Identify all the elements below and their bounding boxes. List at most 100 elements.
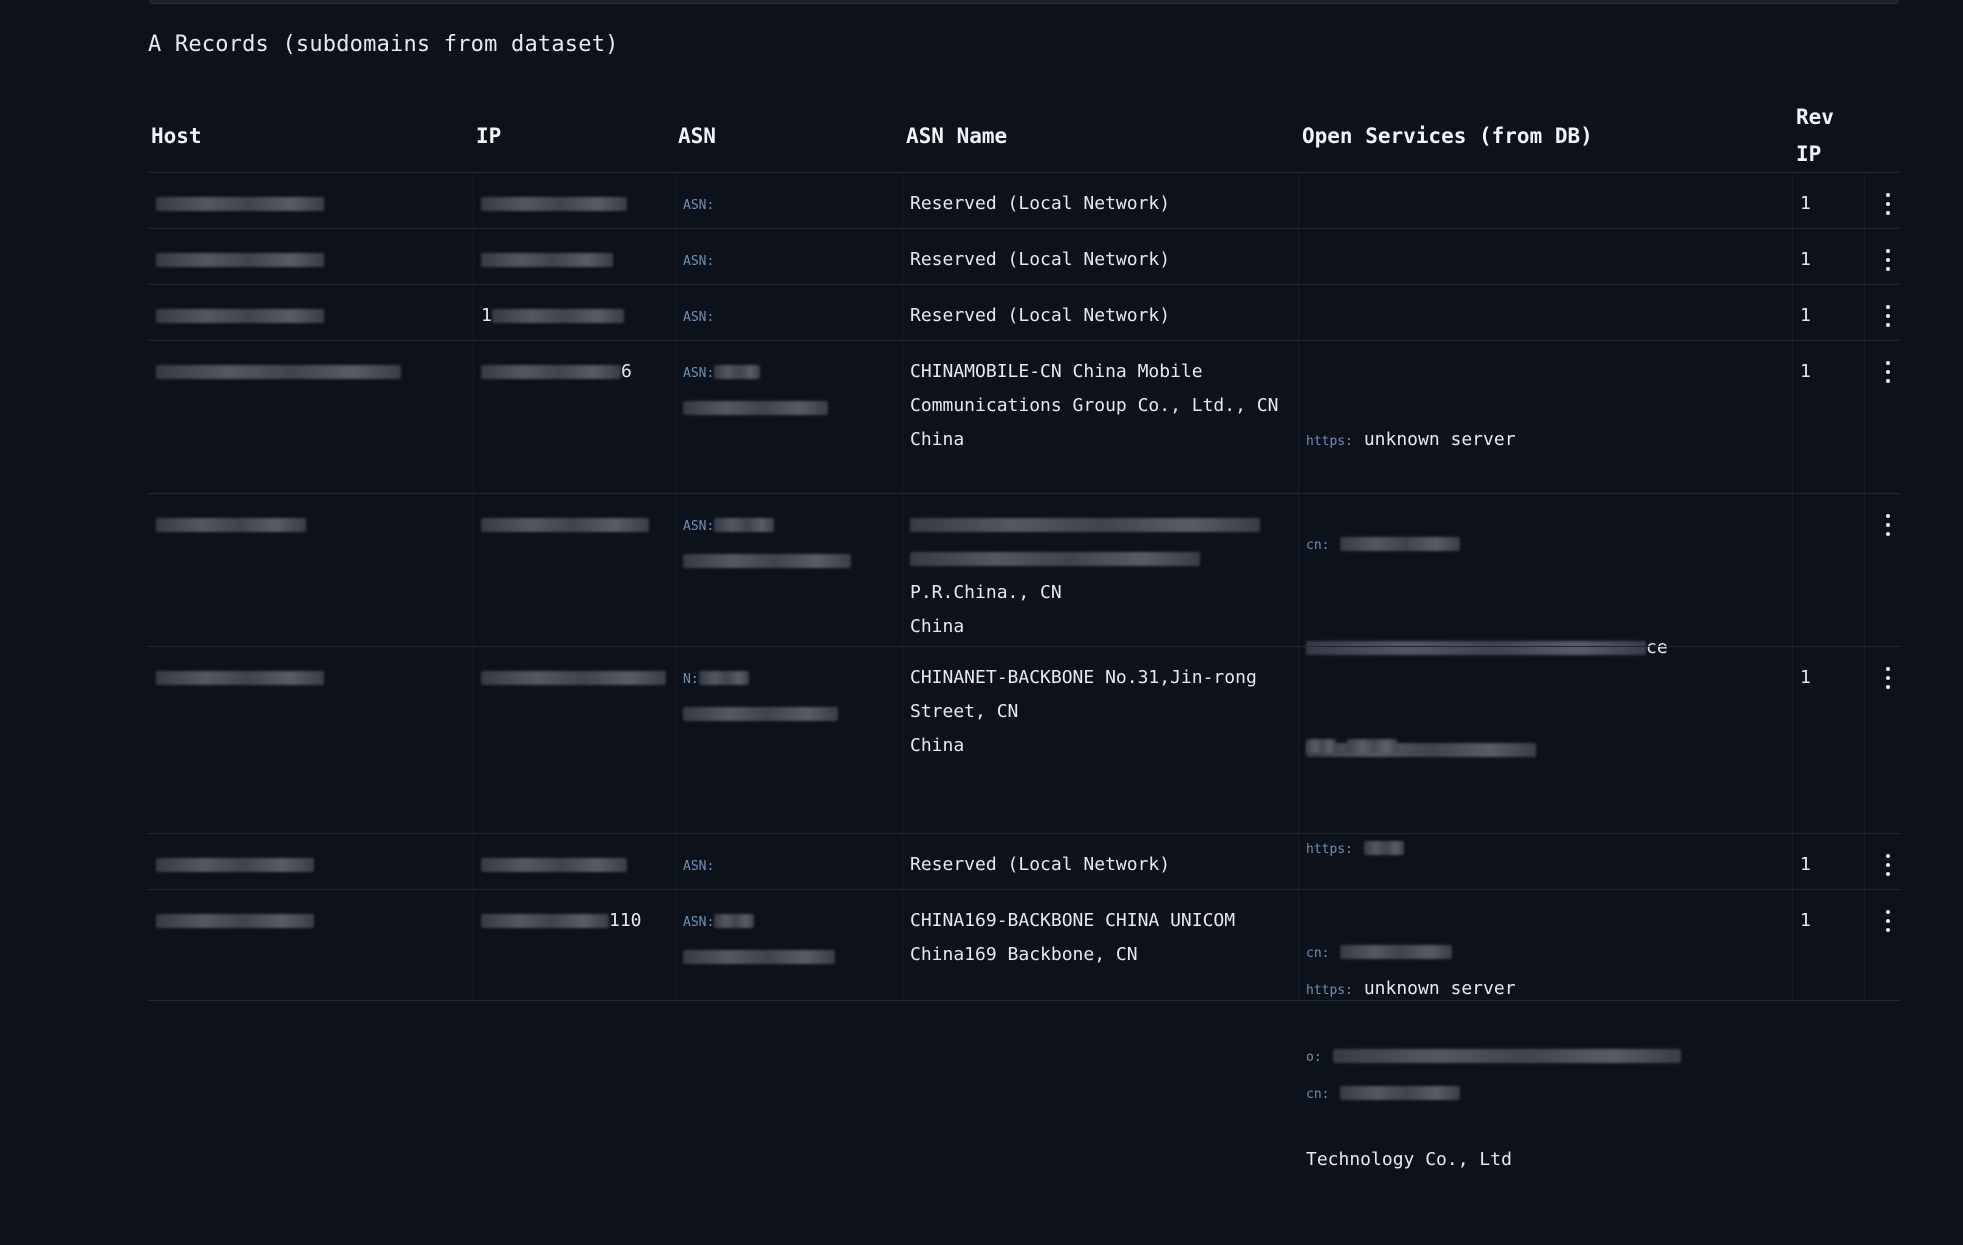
services-cell: [1298, 834, 1793, 889]
menu-cell: [1864, 341, 1900, 493]
asn-name-line: CHINANET-BACKBONE No.31,Jin-rong: [910, 667, 1257, 688]
redacted-asn-org: [683, 401, 828, 415]
vertical-ellipsis-icon[interactable]: [1884, 249, 1892, 273]
asn-label: ASN:: [683, 198, 715, 213]
table-row: ASN: P.R.China., CN China: [148, 494, 1900, 647]
services-cell: [1298, 173, 1793, 228]
asn-name-line: China: [910, 616, 965, 637]
asn-name-line: China169 Backbone, CN: [910, 944, 1138, 965]
ip-cell: 110: [473, 890, 676, 1000]
redacted-ip: [481, 518, 649, 532]
service-entry: cn:: [1306, 1076, 1516, 1112]
header-open-services[interactable]: Open Services (from DB): [1302, 100, 1593, 172]
redacted-asn-org: [683, 554, 851, 568]
revip-value[interactable]: 1: [1800, 904, 1811, 938]
redacted-ip: [481, 671, 666, 685]
asn-name: Reserved (Local Network): [910, 193, 1171, 214]
vertical-ellipsis-icon[interactable]: [1884, 854, 1892, 878]
asn-cell: ASN:: [675, 341, 903, 493]
ip-cell: [473, 229, 676, 284]
asn-name-cell: Reserved (Local Network): [902, 229, 1299, 284]
redacted-host: [156, 197, 324, 211]
revip-cell: 1: [1792, 834, 1865, 889]
redacted-service: [1346, 739, 1397, 753]
menu-cell: [1864, 647, 1900, 833]
table-row: 110 ASN: CHINA169-BACKBONE CHINA UNICOM C…: [148, 890, 1900, 1102]
services-cell: [1298, 285, 1793, 340]
revip-value[interactable]: 1: [1800, 299, 1811, 333]
host-cell: [148, 834, 474, 889]
host-cell: [148, 229, 474, 284]
asn-cell: ASN:: [675, 890, 903, 1000]
table-row: ASN: Reserved (Local Network) 1: [148, 173, 1900, 229]
asn-name-cell: CHINAMOBILE-CN China Mobile Communication…: [902, 341, 1299, 493]
revip-value[interactable]: 1: [1800, 661, 1811, 695]
asn-name-line: Communications Group Co., Ltd., CN: [910, 395, 1279, 416]
asn-cell: ASN:: [675, 229, 903, 284]
table-row: ASN: Reserved (Local Network) 1: [148, 834, 1900, 890]
vertical-ellipsis-icon[interactable]: [1884, 305, 1892, 329]
redacted-asn-name: [910, 518, 1260, 532]
host-cell: [148, 890, 474, 1000]
ip-cell: 6: [473, 341, 676, 493]
redacted-asn: [698, 671, 749, 685]
revip-value[interactable]: 1: [1800, 355, 1811, 389]
redacted-host: [156, 914, 314, 928]
asn-name-cell: Reserved (Local Network): [902, 834, 1299, 889]
asn-cell: ASN:: [675, 285, 903, 340]
asn-name-cell: Reserved (Local Network): [902, 173, 1299, 228]
asn-name: Reserved (Local Network): [910, 305, 1171, 326]
asn-name-line: China: [910, 735, 965, 756]
asn-name-cell: P.R.China., CN China: [902, 494, 1299, 646]
redacted-service: [1340, 1086, 1461, 1100]
vertical-ellipsis-icon[interactable]: [1884, 514, 1892, 538]
revip-value[interactable]: 1: [1800, 848, 1811, 882]
host-cell: [148, 341, 474, 493]
revip-value[interactable]: 1: [1800, 187, 1811, 221]
service-label: https:: [1306, 434, 1353, 449]
vertical-ellipsis-icon[interactable]: [1884, 193, 1892, 217]
a-records-table: Host IP ASN ASN Name Open Services (from…: [148, 100, 1900, 1170]
redacted-host: [156, 365, 401, 379]
ip-fragment: 110: [609, 910, 642, 931]
services-cell: [1298, 494, 1793, 646]
redacted-service-label: [1306, 739, 1336, 753]
header-revip[interactable]: RevIP: [1796, 100, 1844, 172]
header-asn-name[interactable]: ASN Name: [906, 100, 1007, 172]
redacted-asn: [714, 365, 761, 379]
revip-cell: 1: [1792, 229, 1865, 284]
ip-cell: [473, 834, 676, 889]
vertical-ellipsis-icon[interactable]: [1884, 910, 1892, 934]
table-row: 1 ASN: Reserved (Local Network) 1: [148, 285, 1900, 341]
redacted-ip: [481, 253, 613, 267]
redacted-asn-org: [683, 707, 838, 721]
service-entry: https: unknown server: [1306, 423, 1668, 459]
table-row: 6 ASN: CHINAMOBILE-CN China Mobile Commun…: [148, 341, 1900, 757]
table-row: ASN: Reserved (Local Network) 1: [148, 229, 1900, 285]
service-value: unknown server: [1363, 978, 1516, 999]
header-ip[interactable]: IP: [476, 100, 501, 172]
vertical-ellipsis-icon[interactable]: [1884, 361, 1892, 385]
revip-cell: 1: [1792, 285, 1865, 340]
header-host[interactable]: Host: [151, 100, 202, 172]
asn-cell: ASN:: [675, 834, 903, 889]
service-entry: https: unknown server: [1306, 972, 1516, 1008]
header-asn[interactable]: ASN: [678, 100, 716, 172]
asn-label: ASN:: [683, 915, 715, 930]
redacted-host: [156, 518, 306, 532]
menu-cell: [1864, 229, 1900, 284]
services-cell: [1298, 229, 1793, 284]
menu-cell: [1864, 494, 1900, 646]
revip-cell: [1792, 494, 1865, 646]
host-cell: [148, 647, 474, 833]
table-row: N: CHINANET-BACKBONE No.31,Jin-rong Stree…: [148, 647, 1900, 1170]
revip-value[interactable]: 1: [1800, 243, 1811, 277]
ip-cell: 1: [473, 285, 676, 340]
host-cell: [148, 285, 474, 340]
service-label: cn:: [1306, 1087, 1330, 1102]
services-cell: https: cn: o: Technology Co., Ltd: [1298, 647, 1793, 1170]
redacted-host: [156, 671, 324, 685]
ip-fragment: 1: [481, 305, 492, 326]
asn-name-cell: CHINA169-BACKBONE CHINA UNICOM China169 B…: [902, 890, 1299, 1000]
vertical-ellipsis-icon[interactable]: [1884, 667, 1892, 691]
